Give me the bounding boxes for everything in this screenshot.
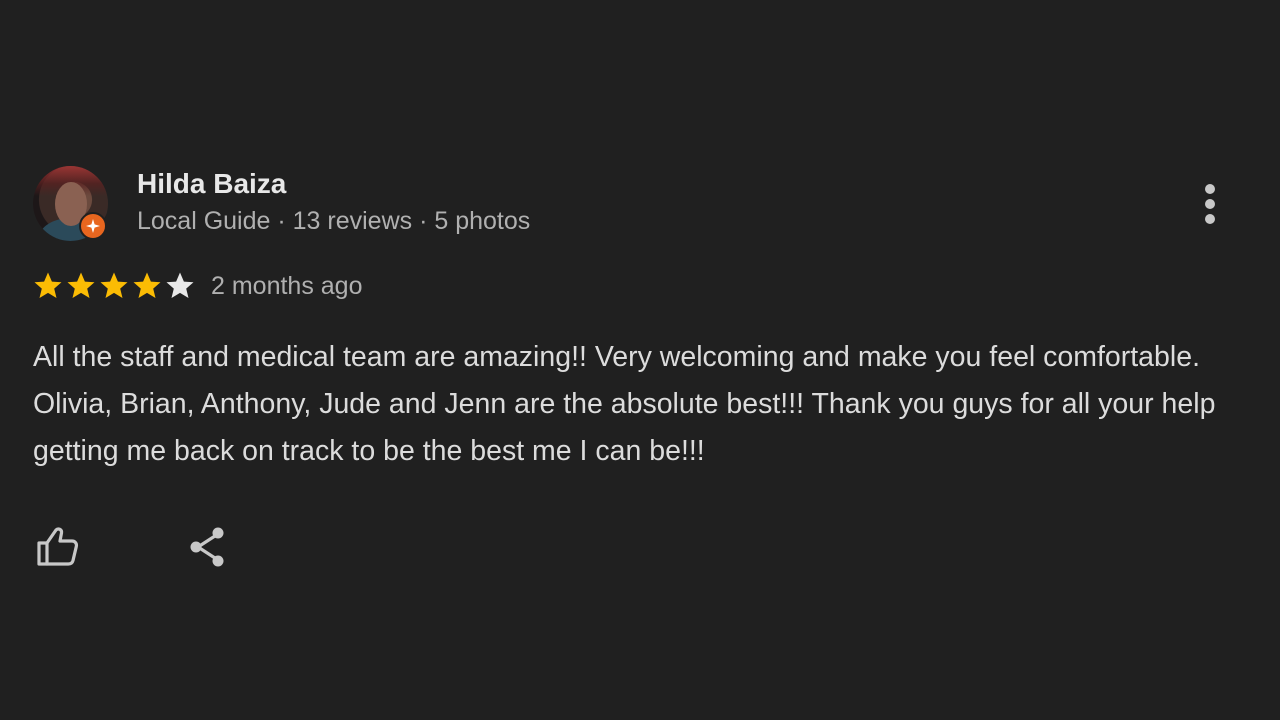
reviewer-name[interactable]: Hilda Baiza [137, 168, 286, 200]
star-filled-icon [67, 272, 95, 298]
thumbs-up-icon [37, 527, 79, 566]
more-vert-icon [1205, 184, 1215, 224]
review-date: 2 months ago [211, 272, 363, 300]
local-guide-badge-icon [79, 212, 107, 240]
review-card: Hilda Baiza Local Guide · 13 reviews · 5… [0, 0, 1280, 720]
star-filled-icon [34, 272, 62, 298]
share-icon [190, 527, 224, 567]
star-filled-icon [100, 272, 128, 298]
star-empty-icon [166, 272, 194, 298]
share-button[interactable] [183, 522, 231, 570]
avatar[interactable] [33, 166, 108, 241]
review-text: All the staff and medical team are amazi… [33, 341, 1216, 467]
star-filled-icon [133, 272, 161, 298]
star-rating [32, 270, 196, 302]
more-options-button[interactable] [1192, 180, 1228, 228]
like-button[interactable] [32, 522, 82, 570]
reviewer-meta: Local Guide · 13 reviews · 5 photos [137, 207, 531, 235]
